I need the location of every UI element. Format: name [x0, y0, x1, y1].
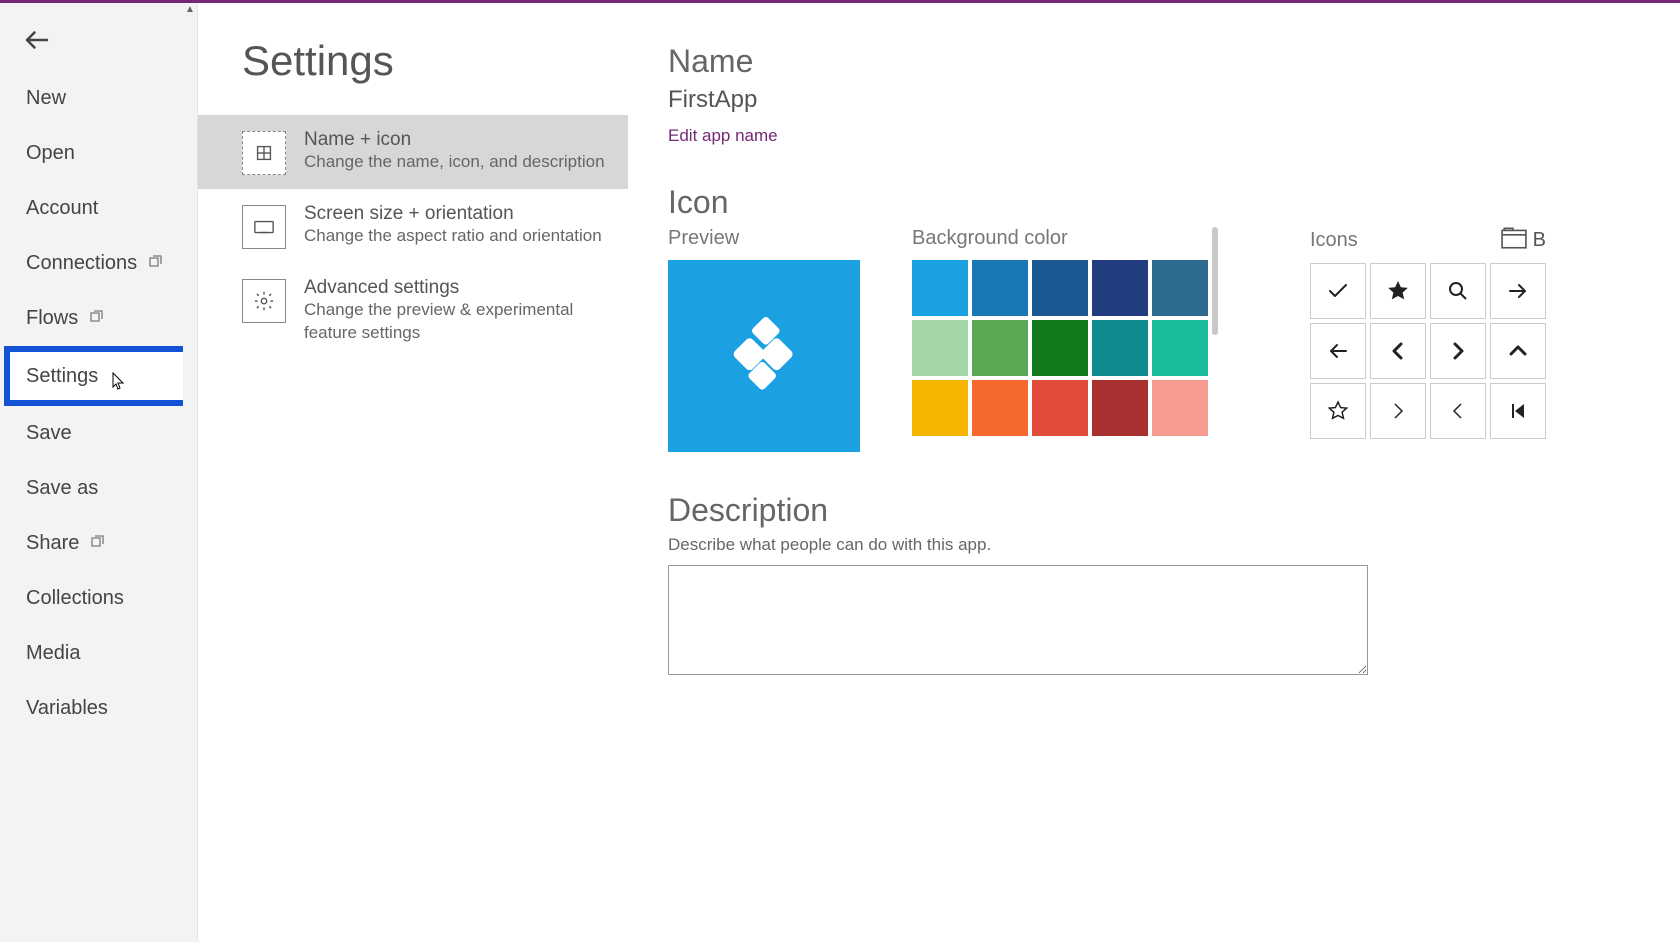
back-button[interactable]	[0, 3, 197, 71]
color-swatch[interactable]	[1032, 320, 1088, 376]
external-link-icon	[88, 307, 104, 330]
sidebar-item-save[interactable]: Save	[0, 406, 197, 461]
description-subtext: Describe what people can do with this ap…	[668, 535, 1680, 555]
sidebar-item-new[interactable]: New	[0, 71, 197, 126]
icon-option-chevron-left[interactable]	[1370, 323, 1426, 379]
settings-nav-screen-size-orientation[interactable]: Screen size + orientationChange the aspe…	[198, 189, 628, 263]
app-icon	[719, 311, 809, 401]
color-swatch[interactable]	[912, 260, 968, 316]
sidebar-item-account[interactable]: Account	[0, 181, 197, 236]
sidebar-item-save-as[interactable]: Save as	[0, 461, 197, 516]
sidebar-item-collections[interactable]: Collections	[0, 571, 197, 626]
sidebar-item-flows[interactable]: Flows	[0, 291, 197, 346]
nav-title: Screen size + orientation	[304, 203, 602, 225]
scrollbar[interactable]: ▲	[183, 3, 197, 942]
external-link-icon	[89, 532, 105, 555]
external-link-icon	[147, 252, 163, 275]
sidebar-item-label: Settings	[26, 365, 98, 388]
app-name-value: FirstApp	[668, 86, 1680, 114]
browse-label[interactable]: B	[1533, 229, 1546, 252]
sidebar-item-label: Save	[26, 422, 72, 445]
icon-option-arrow-right[interactable]	[1490, 263, 1546, 319]
icon-options-grid	[1310, 263, 1546, 439]
sidebar-item-label: Share	[26, 532, 79, 555]
color-swatch[interactable]	[1032, 260, 1088, 316]
cursor-icon	[112, 372, 126, 396]
icon-option-chevron-right[interactable]	[1430, 323, 1486, 379]
color-swatch[interactable]	[1092, 260, 1148, 316]
gear-icon	[242, 279, 286, 323]
grid-icon	[242, 131, 286, 175]
arrow-left-icon	[22, 25, 52, 55]
icons-column: Icons B	[1310, 227, 1546, 439]
color-swatch[interactable]	[1152, 380, 1208, 436]
color-swatch[interactable]	[912, 320, 968, 376]
icon-preview	[668, 260, 860, 452]
settings-panel: Name FirstApp Edit app name Icon Preview	[628, 3, 1680, 942]
color-swatch-grid	[912, 260, 1208, 436]
settings-nav: Settings Name + iconChange the name, ico…	[198, 3, 628, 942]
sidebar-item-open[interactable]: Open	[0, 126, 197, 181]
sidebar-item-settings[interactable]: Settings	[4, 346, 193, 406]
sidebar-item-share[interactable]: Share	[0, 516, 197, 571]
sidebar-item-label: Collections	[26, 587, 124, 610]
color-swatch[interactable]	[972, 320, 1028, 376]
sidebar-item-label: Save as	[26, 477, 98, 500]
icon-heading: Icon	[668, 184, 1680, 221]
bg-color-label: Background color	[912, 227, 1208, 250]
color-swatch[interactable]	[1092, 320, 1148, 376]
browse-icon[interactable]	[1501, 227, 1527, 253]
nav-title: Name + icon	[304, 129, 605, 151]
sidebar-item-connections[interactable]: Connections	[0, 236, 197, 291]
icon-option-skip-back[interactable]	[1490, 383, 1546, 439]
color-scrollbar[interactable]	[1212, 227, 1218, 335]
icon-option-angle-left[interactable]	[1430, 383, 1486, 439]
icon-option-angle-right[interactable]	[1370, 383, 1426, 439]
icons-label: Icons	[1310, 229, 1358, 252]
color-swatch[interactable]	[1032, 380, 1088, 436]
color-swatch[interactable]	[972, 260, 1028, 316]
screen-icon	[242, 205, 286, 249]
name-heading: Name	[668, 43, 1680, 80]
icon-option-arrow-left[interactable]	[1310, 323, 1366, 379]
sidebar-item-label: Account	[26, 197, 98, 220]
settings-nav-name-icon[interactable]: Name + iconChange the name, icon, and de…	[198, 115, 628, 189]
sidebar-item-label: Media	[26, 642, 80, 665]
sidebar-item-label: New	[26, 87, 66, 110]
icon-option-star-outline[interactable]	[1310, 383, 1366, 439]
sidebar-item-label: Variables	[26, 697, 108, 720]
settings-nav-advanced-settings[interactable]: Advanced settingsChange the preview & ex…	[198, 263, 628, 359]
sidebar-item-label: Flows	[26, 307, 78, 330]
sidebar-item-variables[interactable]: Variables	[0, 681, 197, 736]
preview-label: Preview	[668, 227, 860, 250]
file-menu-sidebar: ▲ New Open Account Connections Flows Settings…	[0, 3, 198, 942]
edit-app-name-link[interactable]: Edit app name	[668, 126, 778, 146]
nav-title: Advanced settings	[304, 277, 608, 299]
background-color-column: Background color	[912, 227, 1208, 436]
color-swatch[interactable]	[972, 380, 1028, 436]
nav-desc: Change the aspect ratio and orientation	[304, 225, 602, 248]
icon-option-star-filled[interactable]	[1370, 263, 1426, 319]
color-swatch[interactable]	[1152, 260, 1208, 316]
scroll-up-icon[interactable]: ▲	[183, 3, 197, 17]
nav-desc: Change the name, icon, and description	[304, 151, 605, 174]
sidebar-item-label: Open	[26, 142, 75, 165]
sidebar-item-label: Connections	[26, 252, 137, 275]
preview-column: Preview	[668, 227, 860, 452]
page-title: Settings	[198, 23, 628, 115]
icon-option-check[interactable]	[1310, 263, 1366, 319]
description-heading: Description	[668, 492, 1680, 529]
color-swatch[interactable]	[1092, 380, 1148, 436]
icon-option-search[interactable]	[1430, 263, 1486, 319]
icon-option-chevron-up[interactable]	[1490, 323, 1546, 379]
color-swatch[interactable]	[1152, 320, 1208, 376]
color-swatch[interactable]	[912, 380, 968, 436]
description-input[interactable]	[668, 565, 1368, 675]
sidebar-item-media[interactable]: Media	[0, 626, 197, 681]
nav-desc: Change the preview & experimental featur…	[304, 299, 608, 345]
